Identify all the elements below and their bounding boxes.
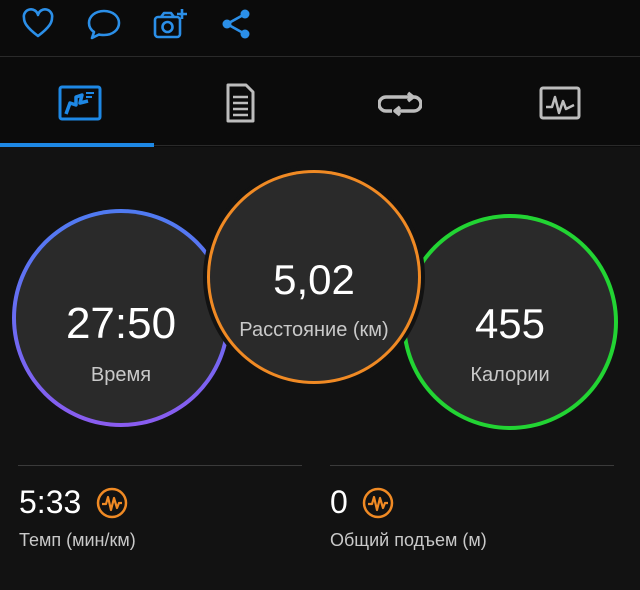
comment-icon[interactable] (86, 6, 122, 42)
time-value: 27:50 (65, 299, 177, 348)
pace-label: Темп (мин/км) (19, 530, 136, 550)
document-list-icon (226, 83, 255, 123)
calories-value: 455 (474, 300, 546, 347)
distance-ring[interactable]: 5,02 Расстояние (км) (203, 166, 425, 388)
ascent-divider (330, 465, 614, 466)
heart-rate-icon[interactable] (96, 487, 128, 519)
pace-value: 5:33 (19, 484, 82, 520)
calories-ring[interactable]: 455 Калории (402, 214, 618, 430)
tab-charts[interactable] (480, 57, 640, 145)
tab-summary[interactable] (0, 57, 160, 145)
pace-divider (18, 465, 302, 466)
map-chart-icon (58, 85, 102, 121)
tab-details[interactable] (160, 57, 320, 145)
active-tab-indicator (0, 143, 154, 147)
calories-label: Калории (470, 364, 550, 386)
tab-divider (154, 145, 640, 146)
time-ring[interactable]: 27:50 Время (12, 209, 230, 427)
heart-icon[interactable] (20, 6, 56, 42)
action-toolbar (0, 0, 640, 56)
ascent-value: 0 (330, 484, 348, 520)
time-label: Время (90, 364, 152, 386)
tab-laps[interactable] (320, 57, 480, 145)
camera-add-icon[interactable] (152, 6, 188, 42)
loop-arrows-icon (378, 91, 422, 117)
activity-graph-icon (539, 86, 581, 120)
distance-label: Расстояние (км) (239, 319, 389, 341)
tab-bar (0, 57, 640, 147)
ascent-label: Общий подъем (м) (330, 530, 487, 550)
share-icon[interactable] (218, 6, 254, 42)
heart-rate-icon[interactable] (362, 487, 394, 519)
distance-value: 5,02 (273, 256, 355, 303)
